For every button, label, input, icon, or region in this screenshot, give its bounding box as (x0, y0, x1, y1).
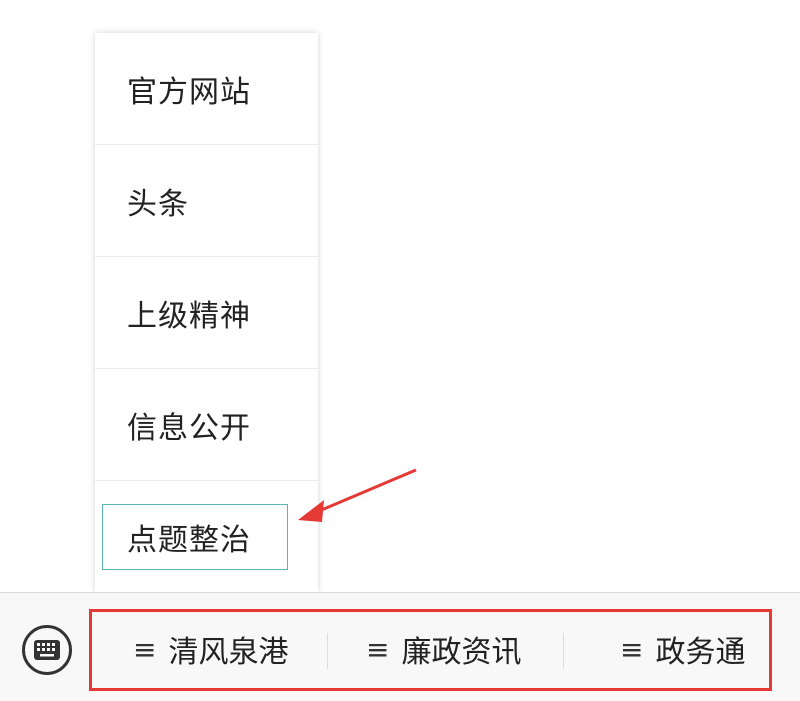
annotation-arrow-shaft (311, 468, 417, 516)
menu-button-label: 政务通 (655, 635, 746, 670)
menu-divider (327, 633, 328, 669)
submenu-item-label: 点题整治 (127, 523, 251, 558)
submenu-item-info-disclosure[interactable]: 信息公开 (95, 369, 318, 481)
submenu-item-official-website[interactable]: 官方网站 (95, 33, 318, 145)
chat-page: 官方网站 头条 上级精神 信息公开 点题整治 ≡ 清风泉港 ≡ 廉政资讯 ≡ 政… (0, 0, 800, 701)
hamburger-icon: ≡ (366, 632, 390, 666)
keyboard-icon (34, 640, 60, 660)
hamburger-icon: ≡ (620, 632, 644, 666)
submenu-item-label: 上级精神 (127, 298, 251, 334)
menu-button-qingfeng-quangang[interactable]: ≡ 清风泉港 (133, 619, 288, 679)
bottom-menu-bar: ≡ 清风泉港 ≡ 廉政资讯 ≡ 政务通 (0, 592, 800, 701)
menu-divider (563, 633, 564, 669)
submenu-item-headlines[interactable]: 头条 (95, 145, 318, 257)
menu-button-lianzheng-news[interactable]: ≡ 廉政资讯 (366, 619, 521, 679)
hamburger-icon: ≡ (133, 632, 157, 666)
keyboard-toggle-button[interactable] (22, 625, 72, 675)
submenu-popup: 官方网站 头条 上级精神 信息公开 点题整治 (95, 33, 318, 592)
submenu-item-rectification[interactable]: 点题整治 (95, 481, 318, 593)
submenu-item-label: 头条 (127, 186, 189, 222)
menu-button-zhengwutong[interactable]: ≡ 政务通 (620, 619, 745, 679)
annotation-arrow (298, 468, 417, 522)
submenu-item-superior-spirit[interactable]: 上级精神 (95, 257, 318, 369)
submenu-item-label: 官方网站 (127, 74, 251, 110)
menu-button-label: 清风泉港 (168, 635, 289, 670)
submenu-item-selected-box: 点题整治 (102, 504, 288, 570)
menu-button-label: 廉政资讯 (401, 635, 522, 670)
annotation-arrow-head (298, 500, 324, 522)
submenu-item-label: 信息公开 (127, 410, 251, 446)
